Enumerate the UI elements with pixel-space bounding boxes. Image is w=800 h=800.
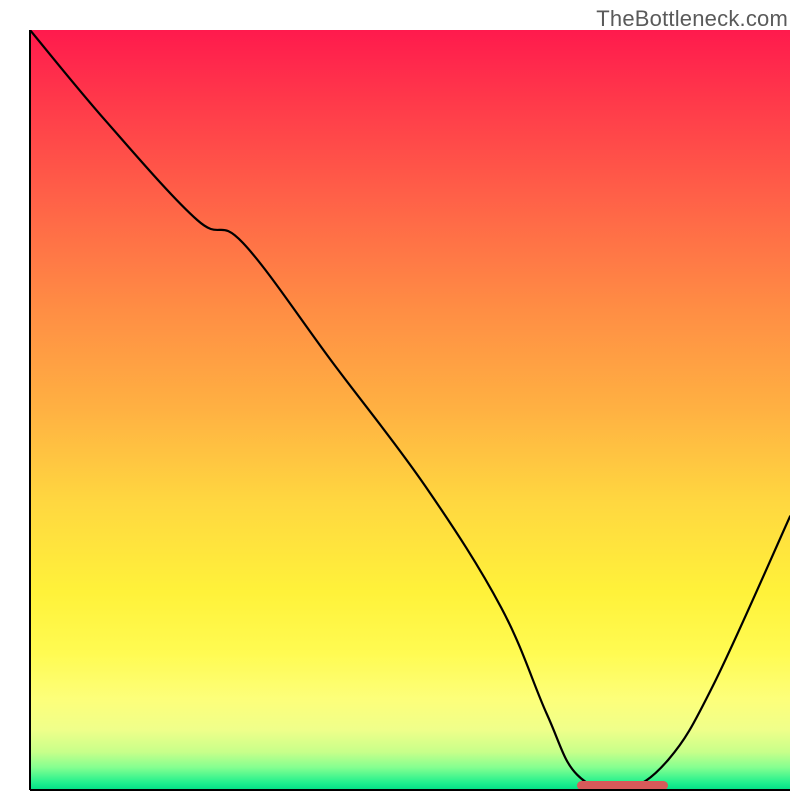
chart-container: TheBottleneck.com — [0, 0, 800, 800]
watermark-text: TheBottleneck.com — [596, 6, 788, 32]
bottleneck-curve — [30, 30, 790, 790]
plot-area — [30, 30, 790, 790]
x-axis — [30, 789, 790, 791]
y-axis — [29, 30, 31, 790]
